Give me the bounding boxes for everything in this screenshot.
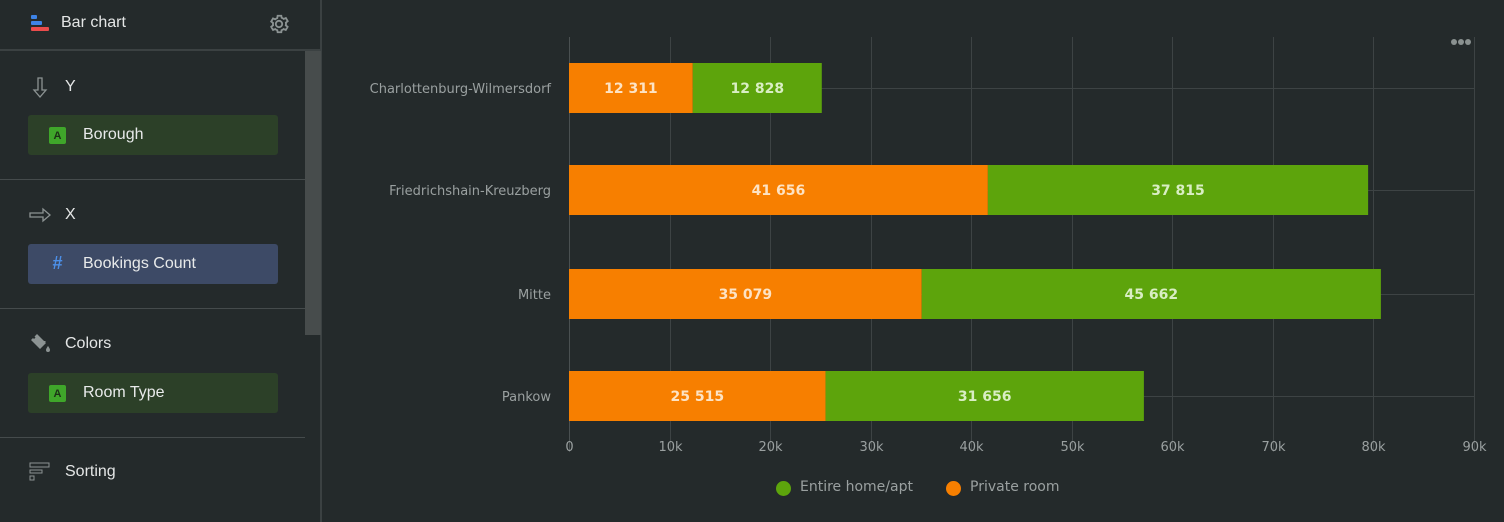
chart-bars: 12 311 12 828 41 656 37 815 35 079 45 662 25 5… xyxy=(569,63,1381,421)
chart-legend: Entire home/apt Private room xyxy=(0,477,1504,499)
bar-value-label: 25 515 xyxy=(670,389,724,405)
bar-value-label: 31 656 xyxy=(958,389,1012,405)
x-tick-label: 40k xyxy=(959,440,984,455)
y-tick-label: Friedrichshain-Kreuzberg xyxy=(389,184,551,199)
legend-label: Entire home/apt xyxy=(800,479,913,495)
legend-dot-entire-home xyxy=(776,481,791,496)
legend-dot-private-room xyxy=(946,481,961,496)
x-tick-label: 80k xyxy=(1361,440,1386,455)
y-axis-tick-labels: Charlottenburg-Wilmersdorf Friedrichshain… xyxy=(370,82,552,405)
x-tick-label: 0 xyxy=(565,440,573,455)
more-horizontal-icon[interactable] xyxy=(1449,37,1475,49)
x-tick-label: 90k xyxy=(1462,440,1487,455)
bar-value-label: 12 311 xyxy=(604,81,658,97)
bar-value-label: 37 815 xyxy=(1151,183,1205,199)
y-tick-label: Mitte xyxy=(518,288,551,303)
x-tick-label: 50k xyxy=(1060,440,1085,455)
bar-value-label: 12 828 xyxy=(730,81,784,97)
bar-value-label: 35 079 xyxy=(719,287,773,303)
y-tick-label: Charlottenburg-Wilmersdorf xyxy=(370,82,552,97)
bar-value-label: 45 662 xyxy=(1125,287,1179,303)
bar-chart: 12 311 12 828 41 656 37 815 35 079 45 662 25 5… xyxy=(370,37,1487,455)
x-axis-tick-labels: 0 10k 20k 30k 40k 50k 60k 70k 80k 90k xyxy=(565,440,1487,455)
y-tick-label: Pankow xyxy=(502,390,551,405)
x-tick-label: 60k xyxy=(1160,440,1185,455)
bar-value-label: 41 656 xyxy=(752,183,806,199)
x-tick-label: 30k xyxy=(859,440,884,455)
legend-label: Private room xyxy=(970,479,1060,495)
x-tick-label: 20k xyxy=(758,440,783,455)
x-tick-label: 70k xyxy=(1261,440,1286,455)
x-tick-label: 10k xyxy=(658,440,683,455)
